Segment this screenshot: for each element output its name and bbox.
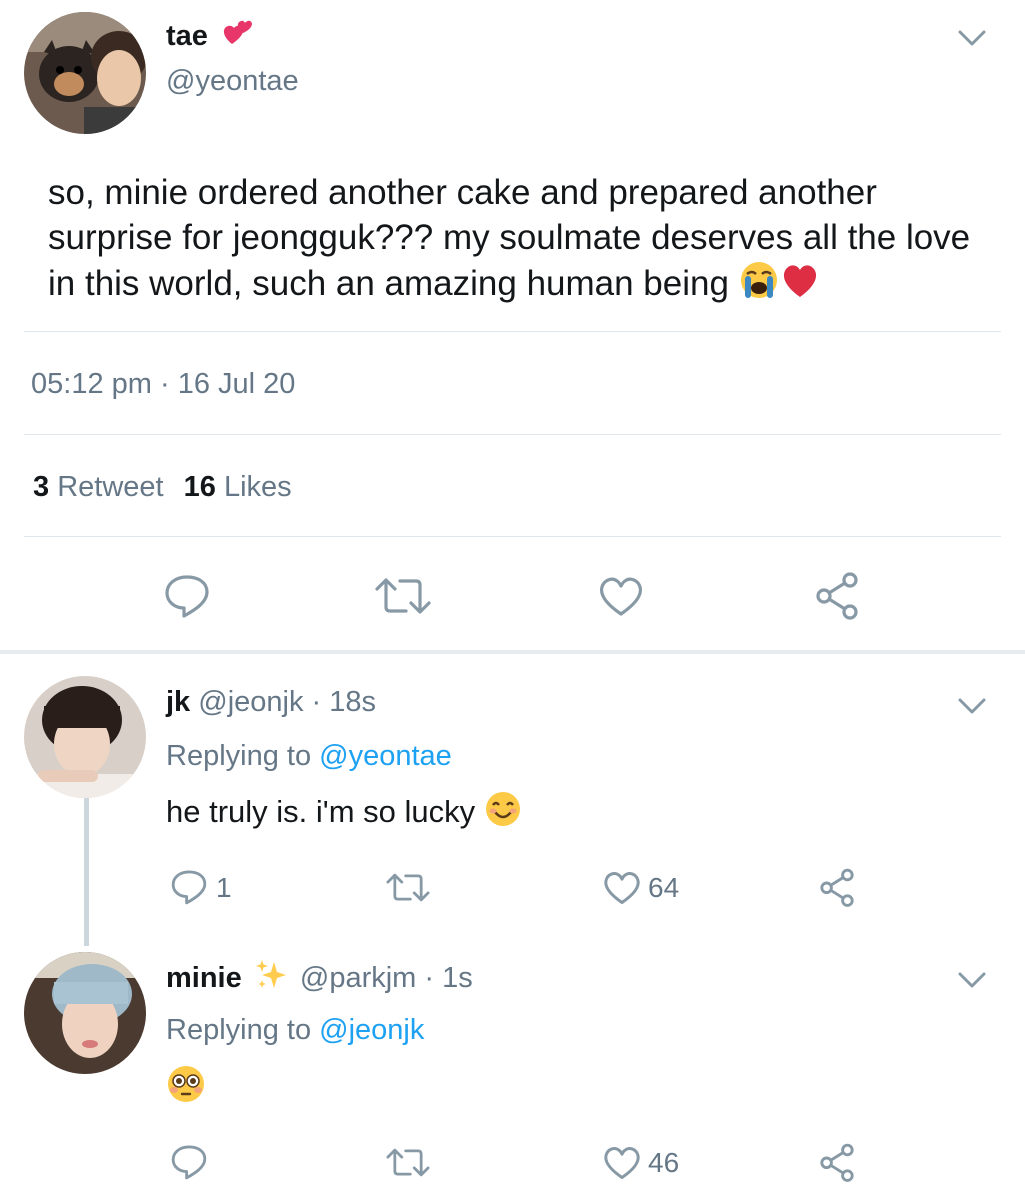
- tweet-date: 16 Jul 20: [177, 368, 296, 400]
- tweet-timestamp: 05:12 pm · 16 Jul 20: [31, 366, 295, 402]
- thread-line: [84, 798, 89, 946]
- divider: [24, 434, 1001, 435]
- divider: [24, 536, 1001, 537]
- retweet-stat[interactable]: 3 Retweet: [33, 471, 172, 503]
- hearts-emoji-icon: [220, 16, 254, 59]
- reply-text: [166, 1064, 206, 1109]
- replying-to: Replying to @yeontae: [166, 738, 452, 774]
- reply-time: 1s: [442, 962, 473, 995]
- red-heart-emoji-icon: [779, 260, 821, 311]
- share-icon[interactable]: [812, 570, 862, 620]
- chevron-down-icon[interactable]: [957, 970, 987, 990]
- retweet-label: Retweet: [57, 471, 164, 503]
- tweet-stats: 3 Retweet 16 Likes: [33, 469, 292, 505]
- replying-to-label: Replying to: [166, 740, 312, 772]
- reply-separator: ·: [311, 686, 322, 718]
- reply-icon[interactable]: [163, 573, 211, 619]
- tweet-display-name[interactable]: tae: [166, 20, 208, 52]
- timestamp-separator: ·: [159, 368, 170, 400]
- avatar-tae[interactable]: [24, 12, 146, 134]
- reply-header: minie @parkjm · 1s: [166, 958, 473, 1001]
- reply-display-name[interactable]: minie: [166, 962, 242, 994]
- tweet-text-body: so, minie ordered another cake and prepa…: [48, 173, 971, 303]
- like-stat[interactable]: 16 Likes: [184, 471, 292, 503]
- like-icon[interactable]: [602, 1144, 642, 1181]
- like-count: 46: [648, 1147, 680, 1178]
- tweet-text: so, minie ordered another cake and prepa…: [48, 170, 983, 311]
- reply-icon[interactable]: [170, 1143, 208, 1181]
- replying-to-label: Replying to: [166, 1014, 312, 1046]
- reply-header: jk @jeonjk · 18s: [166, 684, 376, 720]
- reply-handle[interactable]: @parkjm: [300, 962, 416, 994]
- sparkles-emoji-icon: [254, 958, 288, 1001]
- share-icon[interactable]: [817, 867, 857, 907]
- replying-to-handle-link[interactable]: @yeontae: [319, 740, 452, 772]
- avatar-jk[interactable]: [24, 676, 146, 798]
- divider: [24, 331, 1001, 332]
- like-icon[interactable]: [597, 574, 645, 618]
- retweet-count: 3: [33, 471, 50, 503]
- crying-face-emoji-icon: [739, 260, 779, 311]
- replying-to: Replying to @jeonjk: [166, 1012, 424, 1048]
- share-icon[interactable]: [817, 1142, 857, 1182]
- reply-icon[interactable]: [170, 868, 208, 906]
- tweet-handle[interactable]: @yeontae: [166, 64, 299, 98]
- like-count: 16: [183, 471, 216, 503]
- like-count: 64: [648, 872, 680, 903]
- flushed-face-emoji-icon: [166, 1064, 206, 1109]
- chevron-down-icon[interactable]: [957, 696, 987, 716]
- reply-separator: ·: [424, 962, 435, 995]
- reply-handle[interactable]: @jeonjk: [198, 686, 303, 718]
- replying-to-handle-link[interactable]: @jeonjk: [319, 1014, 424, 1046]
- reply-display-name[interactable]: jk: [166, 686, 190, 718]
- tweet-time: 05:12 pm: [31, 368, 152, 400]
- section-divider: [0, 650, 1025, 654]
- retweet-icon[interactable]: [384, 871, 432, 904]
- chevron-down-icon[interactable]: [957, 28, 987, 48]
- retweet-icon[interactable]: [372, 575, 434, 617]
- retweet-icon[interactable]: [384, 1146, 432, 1179]
- avatar-minie[interactable]: [24, 952, 146, 1074]
- like-label: Likes: [223, 471, 292, 503]
- reply-count: 1: [216, 872, 232, 903]
- reply-text: he truly is. i'm so lucky: [166, 790, 522, 838]
- like-icon[interactable]: [602, 869, 642, 906]
- smiling-face-emoji-icon: [484, 790, 522, 838]
- reply-time: 18s: [329, 686, 377, 718]
- reply-text-body: he truly is. i'm so lucky: [166, 794, 476, 830]
